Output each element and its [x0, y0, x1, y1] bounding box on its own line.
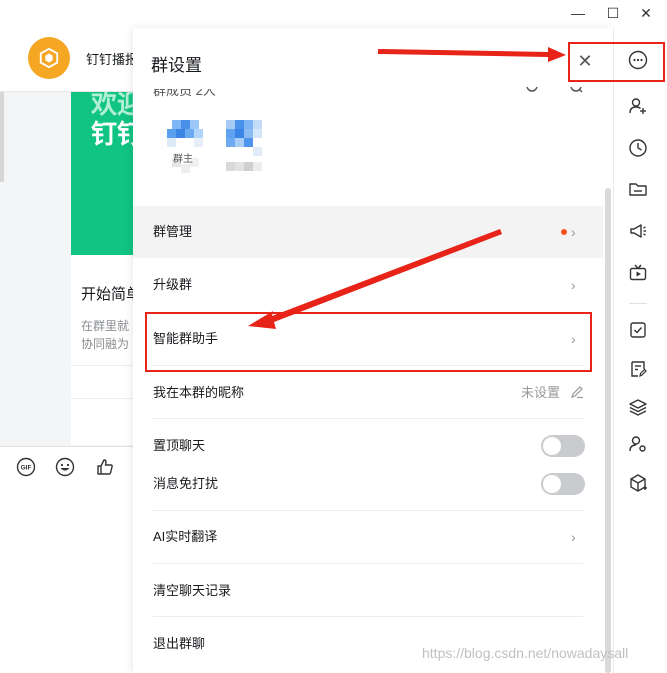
members-actions — [526, 87, 586, 97]
dingtalk-logo-icon — [39, 47, 59, 69]
window-close-button[interactable]: ✕ — [634, 4, 658, 22]
folder-icon[interactable] — [627, 178, 649, 200]
unread-dot — [561, 229, 567, 235]
chat-scroll-edge — [0, 92, 4, 182]
owner-tag: 群主 — [173, 154, 193, 165]
row-divider — [153, 563, 583, 564]
gif-icon[interactable]: GIF — [16, 457, 36, 477]
panel-title: 群设置 — [151, 56, 202, 75]
row-label: 我在本群的昵称 — [153, 385, 245, 400]
member-settings-icon[interactable] — [627, 433, 649, 455]
row-divider — [153, 418, 583, 419]
panel-scrollbar[interactable] — [605, 188, 611, 673]
member-avatar[interactable] — [226, 120, 263, 180]
highlight-box-top-actions — [568, 42, 665, 82]
rail-divider — [629, 303, 647, 304]
intro-card: 开始简单 在群里就 协同融为 — [71, 255, 133, 445]
card-text-1: 在群里就 — [81, 319, 130, 333]
row-clear-history[interactable]: 清空聊天记录 — [133, 565, 603, 617]
card-divider — [71, 398, 133, 399]
members-label: 群成员 2人 — [153, 89, 216, 98]
welcome-banner: 欢迎 钉钉 — [71, 92, 133, 255]
pencil-icon[interactable] — [570, 385, 584, 399]
todo-icon[interactable] — [627, 319, 649, 341]
chat-avatar[interactable] — [28, 37, 70, 79]
row-label: 升级群 — [153, 277, 193, 292]
chevron-right-icon: › — [571, 277, 576, 293]
row-my-nickname[interactable]: 我在本群的昵称 未设置 — [133, 367, 603, 419]
row-do-not-disturb: 消息免打扰 — [133, 458, 603, 510]
chat-title: 钉钉播报 — [86, 52, 133, 67]
layers-icon[interactable] — [627, 396, 649, 418]
row-label: 群管理 — [153, 224, 193, 239]
row-leave-group[interactable]: 退出群聊 — [133, 618, 603, 670]
row-label: AI实时翻译 — [153, 529, 218, 544]
announcement-icon[interactable] — [627, 220, 649, 242]
row-label: 消息免打扰 — [153, 476, 219, 491]
row-label: 清空聊天记录 — [153, 583, 232, 598]
window-titlebar: — ☐ ✕ — [0, 0, 667, 28]
chevron-right-icon: › — [571, 529, 576, 545]
row-upgrade-group[interactable]: 升级群 › — [133, 259, 603, 311]
pin-chat-toggle[interactable] — [541, 435, 585, 457]
search-icon[interactable] — [526, 87, 586, 97]
highlight-box-smart-assistant — [145, 312, 592, 372]
chevron-right-icon: › — [571, 224, 576, 240]
row-label: 退出群聊 — [153, 636, 206, 651]
emoji-icon[interactable] — [55, 457, 75, 477]
do-not-disturb-toggle[interactable] — [541, 473, 585, 495]
banner-line-2: 钉钉 — [91, 119, 133, 149]
right-rail — [613, 28, 667, 673]
gif-label: GIF — [21, 465, 32, 472]
watermark: https://blog.csdn.net/nowadaysall — [422, 645, 629, 661]
add-member-icon[interactable] — [627, 95, 649, 117]
message-toolbar — [0, 446, 133, 673]
nickname-value: 未设置 — [521, 385, 561, 400]
minimize-button[interactable]: — — [566, 4, 590, 22]
card-divider — [71, 365, 133, 366]
maximize-button[interactable]: ☐ — [601, 4, 625, 22]
live-tv-icon[interactable] — [627, 262, 649, 284]
app-cube-icon[interactable] — [627, 472, 649, 494]
card-text-2: 协同融为 — [81, 337, 130, 351]
row-divider — [153, 616, 583, 617]
card-title: 开始简单 — [81, 286, 133, 303]
history-icon[interactable] — [627, 137, 649, 159]
row-ai-translate[interactable]: AI实时翻译 › — [133, 511, 603, 563]
notes-icon[interactable] — [627, 358, 649, 380]
row-group-management[interactable]: 群管理 › — [133, 206, 603, 258]
thumbs-up-icon[interactable] — [95, 457, 115, 477]
